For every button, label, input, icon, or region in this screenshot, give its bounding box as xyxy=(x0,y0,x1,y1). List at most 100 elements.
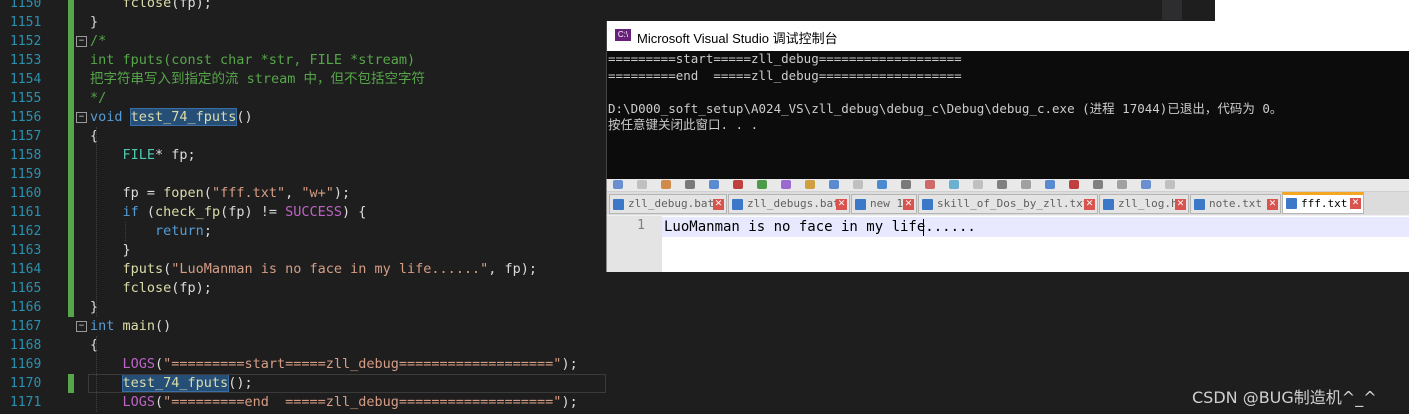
code-line[interactable]: /* xyxy=(90,32,106,51)
code-line[interactable]: */ xyxy=(90,89,106,108)
indent-guide xyxy=(125,222,126,241)
toolbar-button-icon[interactable] xyxy=(925,180,935,189)
code-line[interactable]: int fputs(const char *str, FILE *stream) xyxy=(90,51,415,70)
console-app-icon: C:\ xyxy=(615,29,631,41)
close-tab-icon[interactable]: ✕ xyxy=(1267,199,1278,210)
code-line[interactable]: int main() xyxy=(90,317,171,336)
toolbar-button-icon[interactable] xyxy=(829,180,839,189)
change-marker xyxy=(68,0,74,317)
fold-toggle-icon[interactable]: − xyxy=(76,321,87,332)
notepad-tab[interactable]: fff.txt ✕ xyxy=(1282,192,1364,214)
save-disk-icon xyxy=(1194,199,1205,210)
line-number: 1158 xyxy=(10,148,42,163)
notepad-tab[interactable]: skill_of_Dos_by_zll.txt ✕ xyxy=(918,194,1098,214)
code-line[interactable]: LOGS("=========start=====zll_debug======… xyxy=(90,355,578,374)
console-title: Microsoft Visual Studio 调试控制台 xyxy=(637,31,838,46)
toolbar-button-icon[interactable] xyxy=(1093,180,1103,189)
line-number: 1159 xyxy=(10,167,42,182)
tab-label: zll_debugs.bat xyxy=(747,197,840,210)
console-line: D:\D000_soft_setup\A024_VS\zll_debug\deb… xyxy=(608,100,1283,116)
debug-console-window[interactable]: C:\ Microsoft Visual Studio 调试控制台 ======… xyxy=(606,21,1409,179)
toolbar-button-icon[interactable] xyxy=(973,180,983,189)
notepad-tab-bar[interactable]: zll_debug.bat ✕ zll_debugs.bat ✕ new 1 ✕ skill… xyxy=(607,192,1409,215)
code-line[interactable]: return; xyxy=(90,222,212,241)
code-line[interactable]: } xyxy=(90,13,98,32)
toolbar-button-icon[interactable] xyxy=(1069,180,1079,189)
line-number: 1164 xyxy=(10,262,42,277)
console-title-bar[interactable]: C:\ Microsoft Visual Studio 调试控制台 xyxy=(607,21,1409,51)
close-tab-icon[interactable]: ✕ xyxy=(836,199,847,210)
close-tab-icon[interactable]: ✕ xyxy=(903,199,914,210)
line-number: 1167 xyxy=(10,319,42,334)
save-disk-icon xyxy=(732,199,743,210)
line-number: 1153 xyxy=(10,53,42,68)
toolbar-button-icon[interactable] xyxy=(877,180,887,189)
toolbar-button-icon[interactable] xyxy=(661,180,671,189)
toolbar-button-icon[interactable] xyxy=(637,180,647,189)
notepad-tab[interactable]: zll_log.h ✕ xyxy=(1099,194,1189,214)
close-tab-icon[interactable]: ✕ xyxy=(713,199,724,210)
current-line-highlight xyxy=(88,374,606,393)
console-line: =========start=====zll_debug============… xyxy=(608,51,962,66)
toolbar-button-icon[interactable] xyxy=(613,180,623,189)
toolbar-button-icon[interactable] xyxy=(1021,180,1031,189)
close-tab-icon[interactable]: ✕ xyxy=(1175,199,1186,210)
tab-label: fff.txt xyxy=(1301,197,1348,210)
toolbar-button-icon[interactable] xyxy=(1045,180,1055,189)
code-line[interactable]: fp = fopen("fff.txt", "w+"); xyxy=(90,184,351,203)
editor-scrollbar[interactable] xyxy=(1162,0,1182,20)
line-number: 1163 xyxy=(10,243,42,258)
toolbar-button-icon[interactable] xyxy=(901,180,911,189)
save-disk-icon xyxy=(922,199,933,210)
notepad-window[interactable]: zll_debug.bat ✕ zll_debugs.bat ✕ new 1 ✕ skill… xyxy=(606,179,1409,272)
code-line[interactable]: if (check_fp(fp) != SUCCESS) { xyxy=(90,203,367,222)
toolbar-button-icon[interactable] xyxy=(1117,180,1127,189)
notepad-editor[interactable]: 1 LuoManman is no face in my life...... xyxy=(607,216,1409,272)
line-number: 1156 xyxy=(10,110,42,125)
notepad-toolbar[interactable] xyxy=(607,179,1409,192)
notepad-tab[interactable]: zll_debug.bat ✕ xyxy=(609,194,727,214)
line-number: 1161 xyxy=(10,205,42,220)
watermark: CSDN @BUG制造机^_^ xyxy=(1192,388,1377,407)
toolbar-button-icon[interactable] xyxy=(733,180,743,189)
tab-label: zll_log.h xyxy=(1118,197,1178,210)
code-line[interactable]: void test_74_fputs() xyxy=(90,108,253,127)
line-number: 1160 xyxy=(10,186,42,201)
toolbar-button-icon[interactable] xyxy=(805,180,815,189)
code-line[interactable]: LOGS("=========end =====zll_debug=======… xyxy=(90,393,578,412)
toolbar-button-icon[interactable] xyxy=(709,180,719,189)
line-number: 1151 xyxy=(10,15,42,30)
line-number: 1168 xyxy=(10,338,42,353)
code-line[interactable]: fclose(fp); xyxy=(90,0,212,13)
notepad-content[interactable]: LuoManman is no face in my life...... xyxy=(664,218,976,236)
toolbar-button-icon[interactable] xyxy=(853,180,863,189)
line-number: 1169 xyxy=(10,357,42,372)
notepad-tab[interactable]: zll_debugs.bat ✕ xyxy=(728,194,850,214)
toolbar-button-icon[interactable] xyxy=(997,180,1007,189)
toolbar-button-icon[interactable] xyxy=(1165,180,1175,189)
toolbar-button-icon[interactable] xyxy=(685,180,695,189)
fold-toggle-icon[interactable]: − xyxy=(76,36,87,47)
line-number: 1165 xyxy=(10,281,42,296)
code-line[interactable]: FILE* fp; xyxy=(90,146,196,165)
fold-toggle-icon[interactable]: − xyxy=(76,112,87,123)
line-number: 1150 xyxy=(10,0,42,11)
toolbar-button-icon[interactable] xyxy=(1141,180,1151,189)
line-number: 1166 xyxy=(10,300,42,315)
notepad-tab[interactable]: new 1 ✕ xyxy=(851,194,917,214)
code-line[interactable]: fclose(fp); xyxy=(90,279,212,298)
line-number: 1171 xyxy=(10,395,42,410)
code-line[interactable]: fputs("LuoManman is no face in my life..… xyxy=(90,260,538,279)
toolbar-button-icon[interactable] xyxy=(949,180,959,189)
notepad-gutter: 1 xyxy=(607,216,662,272)
code-line[interactable]: 把字符串写入到指定的流 stream 中，但不包括空字符 xyxy=(90,70,425,89)
close-tab-icon[interactable]: ✕ xyxy=(1084,199,1095,210)
notepad-tab[interactable]: note.txt ✕ xyxy=(1190,194,1281,214)
toolbar-button-icon[interactable] xyxy=(757,180,767,189)
toolbar-button-icon[interactable] xyxy=(781,180,791,189)
close-tab-icon[interactable]: ✕ xyxy=(1350,198,1361,209)
console-output: =========start=====zll_debug============… xyxy=(607,51,1409,179)
save-disk-icon xyxy=(855,199,866,210)
save-disk-icon xyxy=(613,199,624,210)
